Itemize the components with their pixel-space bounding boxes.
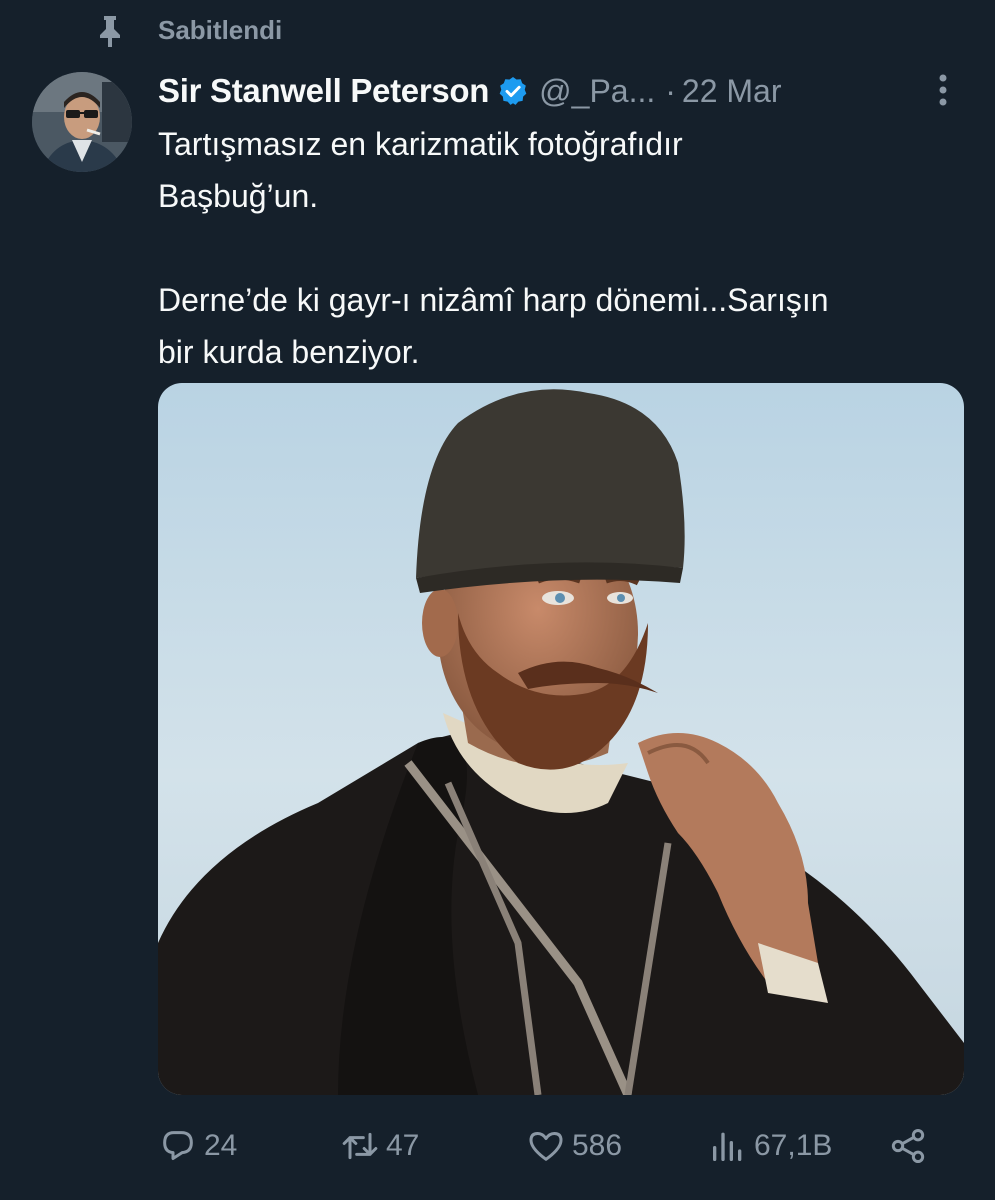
more-options-icon[interactable] bbox=[926, 70, 960, 110]
author-handle[interactable]: @_Pa... bbox=[539, 73, 655, 110]
tweet-text-line: bir kurda benziyor. bbox=[158, 334, 420, 370]
tweet-header: Sir Stanwell Peterson @_Pa... · 22 Mar bbox=[158, 68, 782, 114]
tweet-media-image[interactable] bbox=[158, 383, 964, 1095]
author-name[interactable]: Sir Stanwell Peterson bbox=[158, 72, 489, 110]
avatar-image bbox=[32, 72, 132, 172]
pinned-indicator: Sabitlendi bbox=[0, 0, 995, 62]
reply-button[interactable]: 24 bbox=[158, 1118, 237, 1174]
retweet-button[interactable]: 47 bbox=[340, 1118, 419, 1174]
avatar[interactable] bbox=[32, 72, 132, 172]
share-icon bbox=[891, 1129, 925, 1163]
retweet-icon bbox=[342, 1132, 378, 1160]
portrait-illustration bbox=[158, 383, 964, 1095]
tweet-actions: 24 47 586 67,1B bbox=[158, 1118, 958, 1174]
tweet-text: Tartışmasız en karizmatik fotoğrafıdır B… bbox=[158, 118, 968, 378]
verified-badge-icon[interactable] bbox=[497, 75, 529, 107]
views-icon bbox=[713, 1132, 742, 1161]
views-button[interactable]: 67,1B bbox=[708, 1118, 832, 1174]
separator-dot: · bbox=[665, 72, 676, 109]
share-button[interactable] bbox=[888, 1118, 934, 1174]
like-count: 586 bbox=[572, 1129, 623, 1162]
retweet-count: 47 bbox=[386, 1129, 420, 1162]
tweet-date[interactable]: 22 Mar bbox=[682, 73, 782, 110]
like-icon bbox=[529, 1132, 563, 1161]
tweet-text-line: Derne’de ki gayr-ı nizâmî harp dönemi...… bbox=[158, 282, 829, 318]
tweet-text-line: Tartışmasız en karizmatik fotoğrafıdır bbox=[158, 126, 683, 162]
tweet-text-line: Başbuğ’un. bbox=[158, 178, 319, 214]
reply-count: 24 bbox=[204, 1129, 238, 1162]
like-button[interactable]: 586 bbox=[526, 1118, 622, 1174]
reply-icon bbox=[163, 1131, 193, 1160]
views-count: 67,1B bbox=[754, 1129, 833, 1162]
pin-icon bbox=[100, 16, 120, 47]
pinned-label: Sabitlendi bbox=[158, 15, 283, 45]
